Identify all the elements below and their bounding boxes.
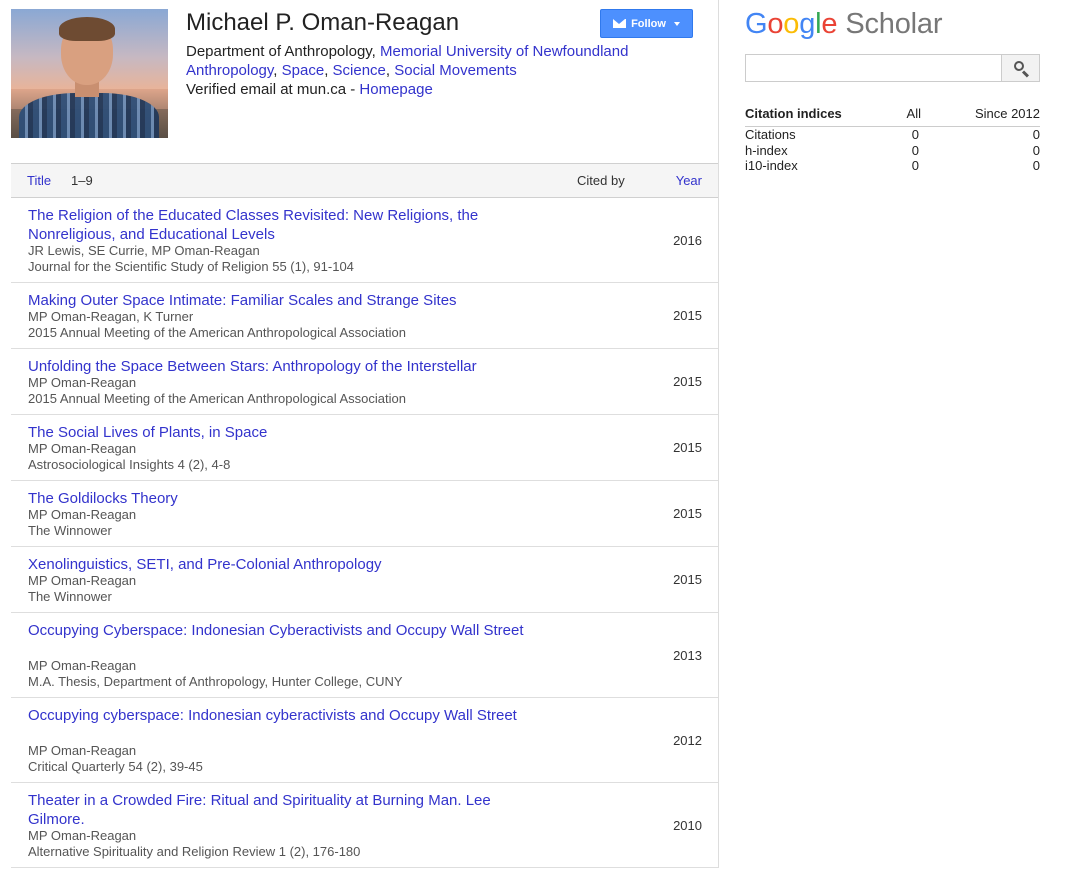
google-scholar-logo[interactable]: Google Scholar [745, 8, 942, 41]
table-row: Theater in a Crowded Fire: Ritual and Sp… [11, 783, 718, 868]
interest-link[interactable]: Space [282, 62, 325, 79]
article-venue: The Winnower [28, 589, 112, 604]
col-since: Since 2012 [974, 106, 1040, 121]
citation-indices-title: Citation indices [745, 106, 842, 121]
search-input[interactable] [745, 54, 1002, 82]
citation-indices-header: Citation indices All Since 2012 [745, 106, 1040, 127]
article-year: 2015 [673, 506, 702, 521]
interests: Anthropology, Space, Science, Social Mov… [186, 62, 517, 79]
interest-link[interactable]: Anthropology [186, 62, 273, 79]
article-year: 2015 [673, 572, 702, 587]
article-year: 2012 [673, 732, 702, 748]
profile-name: Michael P. Oman-Reagan [186, 9, 460, 36]
article-title-link[interactable]: Xenolinguistics, SETI, and Pre-Colonial … [28, 555, 548, 574]
article-title-link[interactable]: Theater in a Crowded Fire: Ritual and Sp… [28, 791, 548, 829]
interest-link[interactable]: Social Movements [394, 62, 517, 79]
citation-row: i10-index 0 0 [745, 158, 1040, 173]
chevron-down-icon [673, 21, 680, 26]
table-row: Unfolding the Space Between Stars: Anthr… [11, 349, 718, 415]
table-row: Xenolinguistics, SETI, and Pre-Colonial … [11, 547, 718, 613]
article-authors: MP Oman-Reagan [28, 743, 137, 758]
article-venue: Alternative Spirituality and Religion Re… [28, 844, 361, 859]
article-authors: MP Oman-Reagan [28, 573, 137, 588]
table-row: The Religion of the Educated Classes Rev… [11, 198, 718, 283]
article-title-link[interactable]: The Goldilocks Theory [28, 489, 548, 508]
citation-indices-table: Citation indices All Since 2012 Citation… [745, 106, 1040, 174]
article-authors: MP Oman-Reagan, K Turner [28, 309, 194, 324]
citation-row: Citations 0 0 [745, 127, 1040, 142]
article-title-link[interactable]: The Religion of the Educated Classes Rev… [28, 206, 548, 244]
article-venue: Critical Quarterly 54 (2), 39-45 [28, 759, 203, 774]
article-year: 2016 [673, 232, 702, 248]
search-button[interactable] [1001, 54, 1040, 82]
table-row: Occupying Cyberspace: Indonesian Cyberac… [11, 613, 718, 698]
article-title-link[interactable]: Occupying cyberspace: Indonesian cyberac… [28, 706, 548, 725]
column-divider [718, 0, 719, 868]
article-title-link[interactable]: The Social Lives of Plants, in Space [28, 423, 548, 442]
article-year: 2015 [673, 308, 702, 323]
article-list: The Religion of the Educated Classes Rev… [11, 198, 718, 868]
article-year: 2010 [673, 817, 702, 833]
articles-table: Title 1–9 Cited by Year The Religion of … [11, 163, 718, 868]
sort-by-year[interactable]: Year [676, 173, 702, 188]
table-row: The Goldilocks Theory MP Oman-Reagan The W… [11, 481, 718, 547]
follow-button[interactable]: Follow [600, 9, 693, 38]
search-icon [1014, 61, 1024, 71]
department-text: Department of Anthropology, [186, 43, 381, 60]
article-authors: MP Oman-Reagan [28, 828, 137, 843]
article-venue: M.A. Thesis, Department of Anthropology,… [28, 674, 403, 689]
article-venue: The Winnower [28, 523, 112, 538]
envelope-icon [613, 19, 627, 28]
homepage-link[interactable]: Homepage [359, 81, 432, 98]
article-authors: MP Oman-Reagan [28, 375, 137, 390]
profile-photo [11, 9, 168, 138]
article-year: 2013 [673, 647, 702, 663]
article-title-link[interactable]: Unfolding the Space Between Stars: Anthr… [28, 357, 548, 376]
follow-label: Follow [631, 17, 666, 30]
interest-link[interactable]: Science [333, 62, 386, 79]
article-authors: JR Lewis, SE Currie, MP Oman-Reagan [28, 243, 260, 258]
article-venue: 2015 Annual Meeting of the American Anth… [28, 325, 406, 340]
cited-by-header: Cited by [577, 173, 625, 188]
article-venue: 2015 Annual Meeting of the American Anth… [28, 391, 406, 406]
citation-row: h-index 0 0 [745, 142, 1040, 158]
article-authors: MP Oman-Reagan [28, 507, 137, 522]
article-venue: Journal for the Scientific Study of Reli… [28, 259, 354, 274]
verified-email-text: Verified email at mun.ca - [186, 81, 360, 98]
article-authors: MP Oman-Reagan [28, 441, 137, 456]
sort-by-title[interactable]: Title [27, 173, 51, 188]
table-row: The Social Lives of Plants, in Space MP O… [11, 415, 718, 481]
article-title-link[interactable]: Making Outer Space Intimate: Familiar Sc… [28, 291, 548, 310]
article-title-link[interactable]: Occupying Cyberspace: Indonesian Cyberac… [28, 621, 548, 640]
article-year: 2015 [673, 374, 702, 389]
article-year: 2015 [673, 440, 702, 455]
table-row: Occupying cyberspace: Indonesian cyberac… [11, 698, 718, 783]
table-row: Making Outer Space Intimate: Familiar Sc… [11, 283, 718, 349]
profile-affiliation: Department of Anthropology, Memorial Uni… [186, 42, 628, 99]
col-all: All [906, 106, 921, 121]
article-venue: Astrosociological Insights 4 (2), 4-8 [28, 457, 231, 472]
university-link[interactable]: Memorial University of Newfoundland [380, 43, 628, 60]
table-header: Title 1–9 Cited by Year [11, 163, 718, 198]
article-authors: MP Oman-Reagan [28, 658, 137, 673]
article-range: 1–9 [71, 173, 93, 188]
